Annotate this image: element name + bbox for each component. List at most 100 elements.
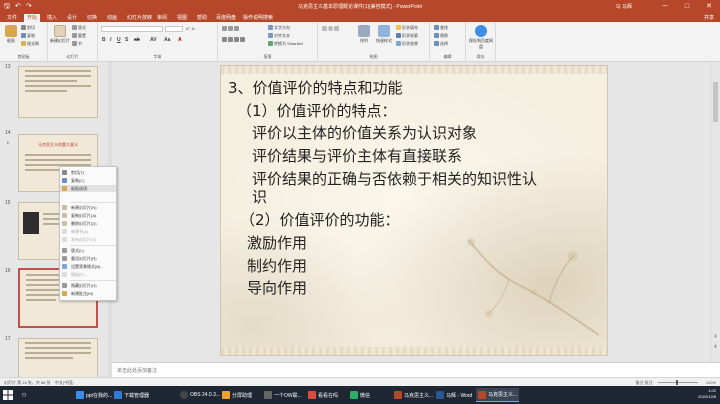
- new-slide-button[interactable]: 新建幻灯片: [50, 25, 70, 44]
- menu-item-new-slide[interactable]: 新建幻灯片(N): [60, 204, 116, 211]
- menu-item-publish-slides[interactable]: 发布幻灯片(S): [60, 236, 116, 243]
- menu-item-paste-options[interactable]: 粘贴选项:: [60, 185, 116, 192]
- tab-design[interactable]: 设计: [64, 14, 80, 22]
- feature-1[interactable]: 评价以主体的价值关系为认识对象: [252, 124, 477, 142]
- align-buttons[interactable]: [222, 37, 246, 43]
- tab-view[interactable]: 视图: [174, 14, 190, 22]
- next-slide-icon[interactable]: ⇟: [713, 344, 718, 350]
- function-1[interactable]: 激励作用: [247, 234, 307, 252]
- system-clock[interactable]: 1:02 2020/12/8: [698, 388, 716, 400]
- save-to-baidu-button[interactable]: 保存到百度网盘: [469, 25, 493, 50]
- tab-home[interactable]: 开始: [24, 14, 41, 22]
- taskbar-item[interactable]: 看看在吗: [306, 388, 340, 402]
- taskbar-item[interactable]: 马克思主义...: [392, 388, 435, 402]
- tab-animations[interactable]: 动画: [104, 14, 120, 22]
- italic-button[interactable]: I: [110, 37, 111, 43]
- format-painter-button[interactable]: 格式刷: [21, 41, 39, 47]
- change-case-button[interactable]: Aa: [164, 37, 170, 43]
- section-button[interactable]: 节: [72, 41, 82, 47]
- menu-item-hide-slide[interactable]: 隐藏幻灯片(H): [60, 282, 116, 289]
- feature-2[interactable]: 评价结果与评价主体有直接联系: [252, 147, 462, 165]
- align-text-button[interactable]: 对齐文本: [268, 33, 290, 39]
- tab-help[interactable]: 帮助: [194, 14, 210, 22]
- paste-button[interactable]: 粘贴: [2, 25, 20, 44]
- quick-styles-button[interactable]: 快速样式: [374, 25, 394, 44]
- scroll-thumb[interactable]: [713, 82, 718, 122]
- current-slide[interactable]: 3、价值评价的特点和功能 （1）价值评价的特点： 评价以主体的价值关系为认识对象…: [221, 66, 607, 355]
- cut-button[interactable]: 剪切: [21, 25, 35, 31]
- taskbar-item[interactable]: 一个OW联...: [262, 388, 304, 402]
- taskbar-item[interactable]: OBS 24.0.3...: [178, 388, 222, 402]
- shape-fill-button[interactable]: 形状填充: [396, 25, 418, 31]
- slide-heading[interactable]: 3、价值评价的特点和功能: [228, 79, 403, 97]
- menu-item-duplicate-slide[interactable]: 复制幻灯片(A): [60, 212, 116, 219]
- shadow-button[interactable]: S: [125, 37, 128, 43]
- menu-item-cut[interactable]: 剪切(T): [60, 169, 116, 176]
- slide-thumbnail-17[interactable]: [18, 338, 98, 377]
- tell-me-search[interactable]: 操作说明搜索: [240, 14, 276, 22]
- text-direction-button[interactable]: 文字方向: [268, 25, 290, 31]
- minimize-button[interactable]: ─: [654, 0, 676, 13]
- slide-thumbnail-13[interactable]: [18, 66, 98, 118]
- bold-button[interactable]: B: [102, 37, 106, 43]
- shape-effects-button[interactable]: 形状效果: [396, 41, 418, 47]
- strikethrough-button[interactable]: ab: [134, 37, 140, 43]
- shapes-gallery[interactable]: [322, 26, 340, 32]
- menu-item-add-section[interactable]: 新增节(A): [60, 228, 116, 235]
- replace-button[interactable]: 替换: [434, 33, 448, 39]
- underline-button[interactable]: U: [117, 37, 121, 43]
- spacing-button[interactable]: AV: [150, 37, 157, 43]
- taskbar-item-active[interactable]: 马克思主义...: [476, 388, 520, 402]
- subheading-functions[interactable]: （2）价值评价的功能：: [240, 211, 400, 229]
- feature-3[interactable]: 评价结果的正确与否依赖于相关的知识性认: [252, 170, 537, 188]
- menu-item-photo-album[interactable]: 相册(P)...: [60, 271, 116, 278]
- taskbar-item[interactable]: 分屏助理: [220, 388, 254, 402]
- taskbar-item[interactable]: 微信: [348, 388, 372, 402]
- tab-file[interactable]: 文件: [4, 14, 20, 22]
- bullets-button[interactable]: [222, 26, 240, 32]
- taskbar-item[interactable]: 下载管理器: [112, 388, 151, 402]
- notes-toggle[interactable]: 备注: [636, 380, 644, 385]
- menu-item-delete-slide[interactable]: 删除幻灯片(D): [60, 220, 116, 227]
- menu-item-layout[interactable]: 版式(L): [60, 247, 116, 254]
- taskbar-item[interactable]: ppt在我的...: [74, 388, 114, 402]
- layout-button[interactable]: 版式: [72, 25, 86, 31]
- maximize-button[interactable]: □: [676, 0, 698, 13]
- tab-baidu-netdisk[interactable]: 百度网盘: [213, 14, 239, 22]
- close-button[interactable]: ✕: [698, 0, 720, 13]
- function-3[interactable]: 导向作用: [247, 279, 307, 297]
- user-name[interactable]: 马 马辉: [616, 3, 632, 10]
- language-indicator[interactable]: 中文(中国): [55, 380, 74, 385]
- font-color-button[interactable]: A: [178, 37, 182, 43]
- function-2[interactable]: 制约作用: [247, 257, 307, 275]
- tab-insert[interactable]: 插入: [44, 14, 60, 22]
- tab-transitions[interactable]: 切换: [84, 14, 100, 22]
- tab-review[interactable]: 审阅: [154, 14, 170, 22]
- taskbar-item[interactable]: 马辉 - Word: [434, 388, 474, 402]
- grow-font-button[interactable]: A⁺ A⁻: [186, 26, 196, 32]
- tab-slideshow[interactable]: 幻灯片放映: [124, 14, 155, 22]
- comments-toggle[interactable]: 批注: [645, 380, 653, 385]
- reset-button[interactable]: 重置: [72, 33, 86, 39]
- prev-slide-icon[interactable]: ⇞: [713, 334, 718, 340]
- main-scrollbar[interactable]: ⇞ ⇟: [710, 62, 720, 362]
- font-name-input[interactable]: [101, 26, 163, 32]
- search-icon[interactable]: ○: [18, 389, 30, 401]
- copy-button[interactable]: 复制: [21, 33, 35, 39]
- font-size-input[interactable]: [165, 26, 183, 32]
- menu-item-format-background[interactable]: 设置背景格式(B)...: [60, 263, 116, 270]
- menu-item-reset-slide[interactable]: 重设幻灯片(R): [60, 255, 116, 262]
- zoom-level[interactable]: 100%: [706, 380, 716, 385]
- menu-item-copy[interactable]: 复制(C): [60, 177, 116, 184]
- menu-item-new-comment[interactable]: 新建批注(M): [60, 290, 116, 297]
- find-button[interactable]: 查找: [434, 25, 448, 31]
- shape-outline-button[interactable]: 形状轮廓: [396, 33, 418, 39]
- share-button[interactable]: 共享: [704, 14, 714, 22]
- convert-smartart-button[interactable]: 转换为 SmartArt: [268, 41, 303, 47]
- notes-pane[interactable]: 单击此处添加备注: [112, 362, 720, 377]
- arrange-button[interactable]: 排列: [356, 25, 372, 44]
- select-button[interactable]: 选择: [434, 41, 448, 47]
- windows-start-icon[interactable]: [3, 390, 13, 400]
- feature-3-continued[interactable]: 识: [252, 188, 267, 206]
- subheading-features[interactable]: （1）价值评价的特点：: [237, 102, 397, 120]
